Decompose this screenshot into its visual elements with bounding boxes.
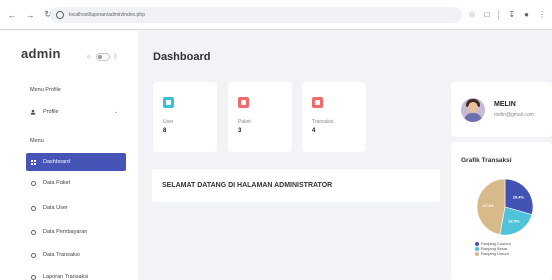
legend-swatch [475,251,479,256]
pie-slice-label: 47.1% [483,203,495,208]
sidebar-item-data-user[interactable]: Data User [30,205,68,211]
disc-icon [30,252,36,258]
package-icon [238,97,249,108]
download-icon[interactable]: ↧ [508,8,515,22]
sidebar-item-data-paket[interactable]: Data Paket [30,180,70,186]
kebab-menu-icon[interactable]: ⋮ [538,8,546,22]
forward-arrow-icon[interactable]: → [23,8,37,22]
profile-email: melin@gmail.com [494,112,534,118]
sidebar-item-laporan-transaksi[interactable]: Laporan Transaksi [30,274,88,280]
transaction-icon [312,97,323,108]
pie-chart: 29.4% 23.5% 47.1% [476,178,534,236]
chart-card: Grafik Transaksi 29.4% 23.5% 47.1% Ranjang… [451,142,552,280]
browser-toolbar: ← → ↻ localhost/laporan/admin/index.php … [0,0,552,30]
sidebar-item-dashboard[interactable]: Dashboard [26,153,126,171]
toggle-knob [97,55,102,59]
stat-value: 4 [312,128,316,134]
profile-name: MELIN [494,101,516,108]
disc-icon [30,180,36,186]
bookmark-star-icon[interactable]: ☆ [468,8,475,22]
legend-item[interactable]: Ranjang Umum [475,251,511,256]
brand-title[interactable]: admin [21,46,61,61]
sidebar-item-label: Profile [43,109,59,115]
pie-slice-label: 23.5% [508,219,520,224]
sidebar-item-data-pembayaran[interactable]: Data Pembayaran [30,229,87,235]
stat-label: User [163,119,174,125]
stat-value: 8 [163,128,167,134]
sidebar-item-label: Data Paket [43,180,71,186]
menu-heading: Menu [30,138,44,144]
sidebar-item-label: Data Transaksi [43,252,80,258]
sidebar-item-label: Dashboard [43,159,70,165]
back-arrow-icon[interactable]: ← [5,8,19,22]
legend-label: Ranjang Umum [481,251,509,256]
disc-icon [30,229,36,235]
stat-value: 3 [238,128,242,134]
user-icon [30,109,36,115]
moon-icon: ☾ [113,54,120,61]
sun-icon: ☼ [86,54,92,60]
toggle-switch[interactable] [95,53,110,61]
main-content: Dashboard User 8 Paket 3 Transaksi 4 SEL… [138,31,552,280]
avatar [461,98,485,122]
page-title: Dashboard [153,51,211,63]
chart-legend: Ranjang Custom Ranjang Besar Ranjang Umum [475,241,511,256]
profile-card[interactable]: MELIN melin@gmail.com [451,82,552,137]
stat-card-paket: Paket 3 [228,82,292,152]
user-icon [163,97,174,108]
grid-icon [31,159,36,165]
disc-icon [30,274,36,280]
account-icon[interactable]: ● [524,8,529,22]
site-info-icon[interactable] [56,11,64,19]
menu-profile-heading: Menu Profile [30,87,61,93]
stat-card-user: User 8 [153,82,217,152]
pie-slice-label: 29.4% [513,194,525,199]
url-text: localhost/laporan/admin/index.php [69,12,145,18]
legend-swatch [475,246,479,251]
welcome-banner: SELAMAT DATANG DI HALAMAN ADMINISTRATOR [152,169,440,202]
toolbar-separator [498,10,500,20]
stat-label: Paket [238,119,251,125]
legend-swatch [475,241,479,246]
avatar-face [468,102,478,113]
sidebar-item-label: Data User [43,205,68,211]
stat-card-transaksi: Transaksi 4 [302,82,366,152]
sidebar-item-label: Laporan Transaksi [43,274,89,280]
extensions-icon[interactable]: □ [485,8,490,22]
stat-label: Transaksi [312,119,334,125]
avatar-body [464,113,482,122]
sidebar-item-data-transaksi[interactable]: Data Transaksi [30,252,80,258]
disc-icon [30,205,36,211]
sidebar-item-profile[interactable]: Profile [30,109,59,115]
chart-title: Grafik Transaksi [461,157,512,164]
theme-toggle[interactable]: ☼ ☾ [86,53,120,61]
address-bar[interactable]: localhost/laporan/admin/index.php [50,7,462,23]
sidebar-item-label: Data Pembayaran [43,229,88,235]
sidebar: admin ☼ ☾ Menu Profile Profile ⌄ Menu Da… [0,31,138,280]
chevron-down-icon[interactable]: ⌄ [114,109,118,115]
